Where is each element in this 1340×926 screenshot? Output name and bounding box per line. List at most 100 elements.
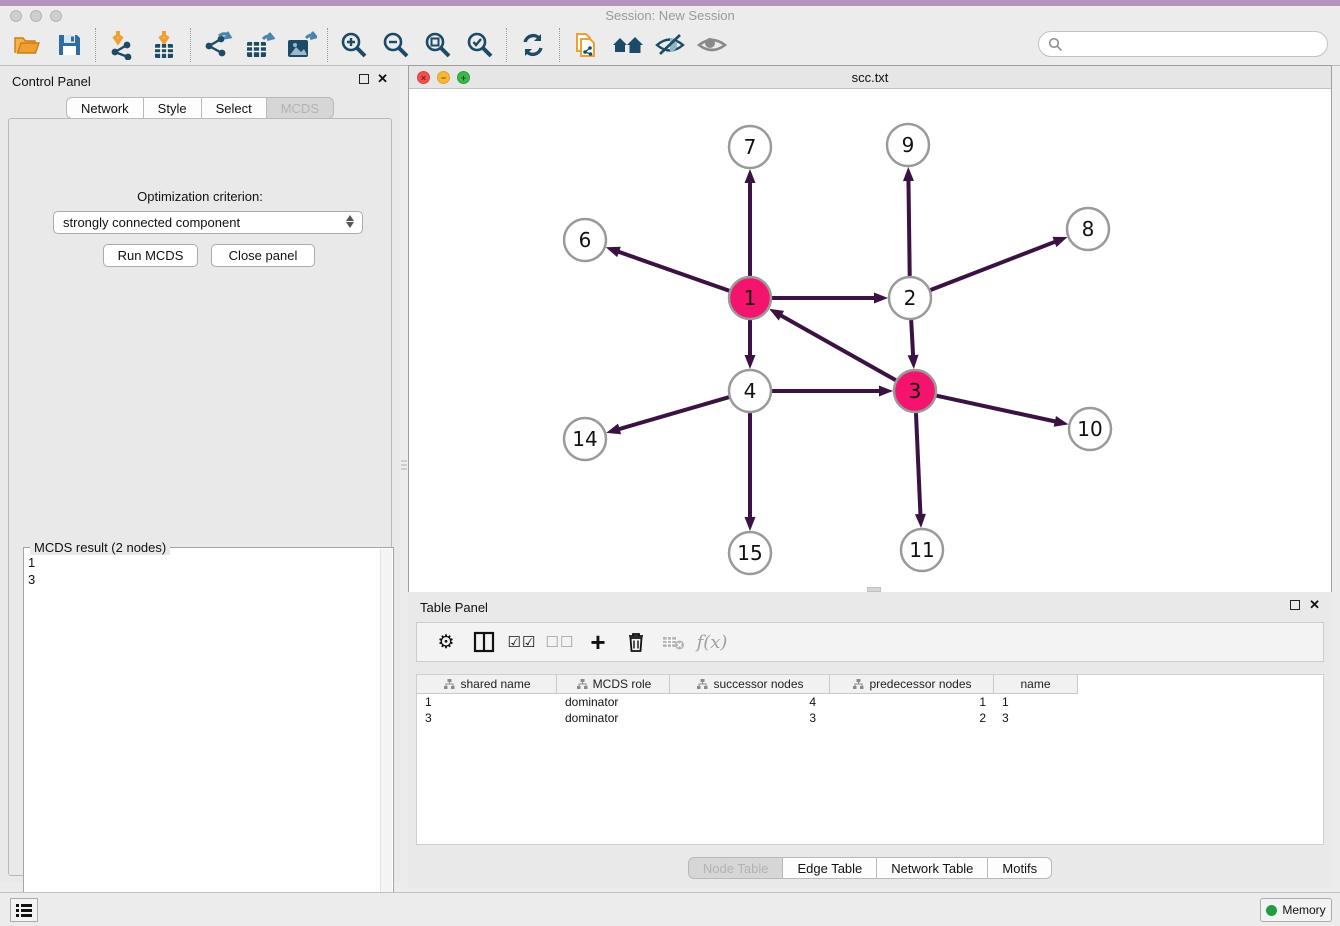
import-network-icon[interactable] bbox=[101, 27, 143, 63]
network-canvas[interactable]: 1234678910111415 bbox=[409, 89, 1331, 592]
node-label-4: 4 bbox=[744, 379, 757, 403]
select-stepper-icon bbox=[344, 215, 356, 228]
edge-2-3[interactable] bbox=[911, 320, 913, 358]
table-cell[interactable]: 1 bbox=[830, 694, 994, 710]
edge-3-10[interactable] bbox=[936, 396, 1057, 422]
tab-network-table[interactable]: Network Table bbox=[877, 857, 988, 879]
mcds-pane: Optimization criterion: strongly connect… bbox=[8, 118, 392, 876]
hierarchy-icon bbox=[697, 679, 708, 690]
table-cell[interactable]: 1 bbox=[417, 694, 557, 710]
toolbar-separator bbox=[327, 28, 328, 62]
clone-network-icon[interactable] bbox=[565, 27, 607, 63]
edge-2-8[interactable] bbox=[931, 241, 1058, 290]
edge-3-1[interactable] bbox=[779, 314, 896, 380]
result-scrollbar[interactable] bbox=[380, 549, 392, 919]
tab-mcds[interactable]: MCDS bbox=[267, 97, 334, 119]
task-history-button[interactable] bbox=[10, 898, 38, 922]
node-label-10: 10 bbox=[1077, 417, 1102, 441]
refresh-icon[interactable] bbox=[512, 27, 554, 63]
add-column-icon[interactable]: + bbox=[581, 627, 615, 657]
open-file-icon[interactable] bbox=[6, 27, 48, 63]
export-network-icon[interactable] bbox=[196, 27, 238, 63]
table-row[interactable]: 1dominator411 bbox=[417, 694, 1323, 710]
close-table-panel-icon[interactable]: ✕ bbox=[1309, 599, 1320, 611]
memory-label: Memory bbox=[1282, 903, 1325, 917]
close-panel-icon[interactable]: ✕ bbox=[377, 73, 388, 85]
deselect-all-rows-icon[interactable]: ☐☐ bbox=[543, 627, 577, 657]
show-all-eye-icon[interactable] bbox=[691, 27, 733, 63]
table-cell[interactable]: 1 bbox=[994, 694, 1078, 710]
tab-edge-table[interactable]: Edge Table bbox=[783, 857, 877, 879]
node-label-3: 3 bbox=[909, 379, 922, 403]
select-all-rows-icon[interactable]: ☑☑ bbox=[505, 627, 539, 657]
zoom-in-icon[interactable] bbox=[333, 27, 375, 63]
table-cell[interactable]: 3 bbox=[994, 710, 1078, 726]
table-panel-title: Table Panel bbox=[420, 600, 488, 615]
node-label-11: 11 bbox=[909, 538, 934, 562]
edge-arrowhead bbox=[606, 247, 621, 257]
tab-network[interactable]: Network bbox=[66, 97, 144, 119]
table-cell[interactable]: 3 bbox=[670, 710, 830, 726]
table-cell[interactable]: 3 bbox=[417, 710, 557, 726]
save-session-icon[interactable] bbox=[48, 27, 90, 63]
column-header-successor-nodes[interactable]: successor nodes bbox=[670, 675, 830, 694]
tab-style[interactable]: Style bbox=[144, 97, 202, 119]
column-header-name[interactable]: name bbox=[994, 675, 1078, 694]
panel-divider-grip[interactable] bbox=[401, 460, 407, 480]
node-label-9: 9 bbox=[902, 133, 915, 157]
close-panel-button[interactable]: Close panel bbox=[211, 244, 315, 267]
control-panel: Control Panel ✕ NetworkStyleSelectMCDS O… bbox=[0, 66, 400, 882]
export-image-icon[interactable] bbox=[280, 27, 322, 63]
node-table[interactable]: shared nameMCDS rolesuccessor nodesprede… bbox=[416, 674, 1324, 845]
column-header-shared-name[interactable]: shared name bbox=[417, 675, 557, 694]
memory-status-icon bbox=[1266, 905, 1277, 916]
edge-arrowhead bbox=[874, 293, 888, 304]
table-cell[interactable]: dominator bbox=[557, 694, 670, 710]
mcds-result-box: MCDS result (2 nodes) 1 3 bbox=[23, 547, 394, 921]
split-panel-icon[interactable] bbox=[467, 627, 501, 657]
zoom-out-icon[interactable] bbox=[375, 27, 417, 63]
tab-select[interactable]: Select bbox=[202, 97, 267, 119]
hierarchy-icon bbox=[577, 679, 588, 690]
function-builder-icon: f(x) bbox=[695, 627, 729, 657]
float-table-panel-icon[interactable] bbox=[1290, 600, 1300, 610]
network-window-titlebar: × − + scc.txt bbox=[409, 66, 1331, 89]
hierarchy-icon bbox=[853, 679, 864, 690]
column-header-MCDS-role[interactable]: MCDS role bbox=[557, 675, 670, 694]
toolbar-separator bbox=[95, 28, 96, 62]
home-icon[interactable] bbox=[607, 27, 649, 63]
edge-4-14[interactable] bbox=[617, 397, 729, 430]
export-table-icon[interactable] bbox=[238, 27, 280, 63]
table-cell[interactable]: dominator bbox=[557, 710, 670, 726]
zoom-fit-icon[interactable] bbox=[417, 27, 459, 63]
edge-arrowhead bbox=[903, 167, 914, 181]
edge-3-11[interactable] bbox=[916, 413, 921, 517]
import-table-icon[interactable] bbox=[143, 27, 185, 63]
table-cell[interactable]: 2 bbox=[830, 710, 994, 726]
criterion-value: strongly connected component bbox=[63, 215, 240, 230]
run-mcds-button[interactable]: Run MCDS bbox=[103, 244, 198, 267]
edge-arrowhead bbox=[1054, 416, 1069, 427]
float-panel-icon[interactable] bbox=[359, 74, 369, 84]
node-label-7: 7 bbox=[744, 135, 757, 159]
tab-motifs[interactable]: Motifs bbox=[988, 857, 1052, 879]
node-label-8: 8 bbox=[1082, 217, 1095, 241]
table-settings-gear-icon[interactable]: ⚙ bbox=[429, 627, 463, 657]
optimization-criterion-label: Optimization criterion: bbox=[9, 189, 391, 204]
table-panel-tabs: Node TableEdge TableNetwork TableMotifs bbox=[408, 857, 1332, 879]
mcds-result-text[interactable]: 1 3 bbox=[28, 554, 377, 916]
zoom-selected-icon[interactable] bbox=[459, 27, 501, 63]
search-field[interactable] bbox=[1038, 31, 1328, 57]
table-cell[interactable]: 4 bbox=[670, 694, 830, 710]
criterion-select[interactable]: strongly connected component bbox=[53, 211, 363, 234]
hide-selected-eye-icon[interactable] bbox=[649, 27, 691, 63]
network-graph-svg[interactable]: 1234678910111415 bbox=[409, 89, 1331, 592]
column-header-predecessor-nodes[interactable]: predecessor nodes bbox=[830, 675, 994, 694]
memory-button[interactable]: Memory bbox=[1260, 898, 1332, 922]
tab-node-table[interactable]: Node Table bbox=[688, 857, 784, 879]
edge-2-9[interactable] bbox=[908, 178, 909, 276]
delete-column-trash-icon[interactable] bbox=[619, 627, 653, 657]
edge-1-6[interactable] bbox=[616, 251, 729, 291]
search-input[interactable] bbox=[1067, 34, 1327, 54]
table-row[interactable]: 3dominator323 bbox=[417, 710, 1323, 726]
